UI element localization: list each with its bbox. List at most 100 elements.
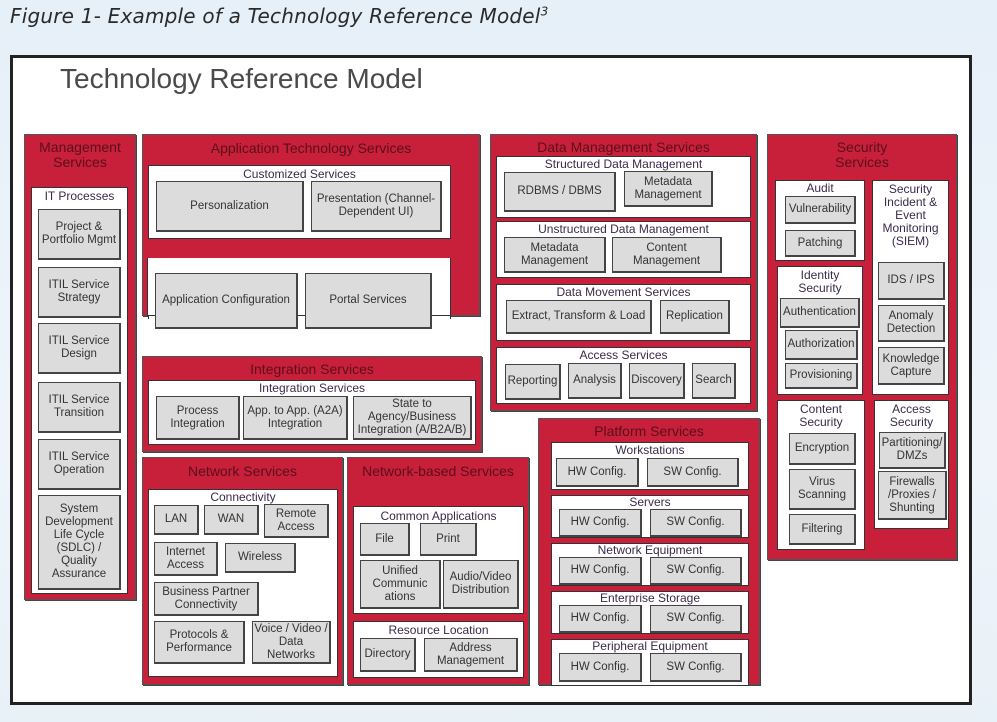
connectivity-title: Connectivity [210,490,276,504]
item-reporting[interactable]: Reporting [505,364,561,400]
identity-security-title: Identity Security [798,268,842,295]
audit-group: Audit Vulnerability Patching [775,180,865,261]
integration-services: Integration Services Integration Service… [142,356,482,452]
item-project-portfolio-mgmt[interactable]: Project & Portfolio Mgmt [38,209,121,260]
item-anomaly-detection[interactable]: Anomaly Detection [878,305,945,342]
enterprise-storage-title: Enterprise Storage [599,591,701,605]
item-process-integration[interactable]: Process Integration [156,396,240,440]
item-lan[interactable]: LAN [154,505,199,535]
audit-title: Audit [806,181,834,195]
item-authentication[interactable]: Authentication [780,298,860,328]
item-patching[interactable]: Patching [785,230,856,257]
item-peripheral-equipment-hw-config[interactable]: HW Config. [559,653,642,682]
network-based-services: Network-based Services Common Applicatio… [347,457,529,685]
item-portal-services-full[interactable]: Portal Services [305,273,432,329]
content-security-title: Content Security [799,402,843,429]
item-a2a-integration[interactable]: App. to App. (A2A) Integration [243,396,348,440]
data-management-services: Data Management Services Structured Data… [490,134,757,411]
item-workstations-sw-config[interactable]: SW Config. [647,458,739,487]
item-itil-service-strategy[interactable]: ITIL Service Strategy [38,267,121,318]
item-vulnerability[interactable]: Vulnerability [785,196,856,224]
item-internet-access[interactable]: Internet Access [154,542,218,576]
access-services-title: Access Services [579,348,668,362]
item-servers-hw-config[interactable]: HW Config. [559,509,642,537]
access-security-title: Access Security [889,402,934,429]
resource-location-group: Resource Location Directory Address Mana… [353,621,524,678]
item-servers-sw-config[interactable]: SW Config. [650,509,742,537]
network-services: Network Services Connectivity LAN WAN Re… [142,457,343,685]
network-equipment-group: Network Equipment HW Config. SW Config. [551,543,749,586]
data-movement-title: Data Movement Services [556,285,691,299]
item-state-agency-business-integration[interactable]: State to Agency/Business Integration (A/… [353,396,472,440]
item-workstations-hw-config[interactable]: HW Config. [556,458,639,487]
item-provisioning[interactable]: Provisioning [785,363,858,389]
item-personalization[interactable]: Personalization [156,181,304,232]
item-enterprise-storage-sw-config[interactable]: SW Config. [650,605,742,633]
item-remote-access[interactable]: Remote Access [264,504,329,538]
customized-services-title: Customized Services [243,167,356,181]
item-wan[interactable]: WAN [204,505,259,535]
item-discovery[interactable]: Discovery [629,363,685,399]
item-analysis[interactable]: Analysis [568,363,622,399]
servers-title: Servers [629,495,671,509]
item-file[interactable]: File [360,523,410,556]
item-replication[interactable]: Replication [660,300,730,334]
item-voice-video-data-networks[interactable]: Voice / Video / Data Networks [252,621,331,664]
item-itil-service-transition[interactable]: ITIL Service Transition [38,382,121,433]
customized-services-group: Customized Services Personalization Pres… [148,165,451,239]
item-etl[interactable]: Extract, Transform & Load [506,300,652,334]
network-services-title: Network Services [188,463,297,479]
workstations-group: Workstations HW Config. SW Config. [551,442,749,490]
item-wireless[interactable]: Wireless [225,543,296,573]
item-unified-communications[interactable]: Unified Communic ations [360,560,441,609]
management-services-title: Management Services [39,139,121,170]
item-encryption[interactable]: Encryption [789,433,856,465]
item-audio-video-distribution[interactable]: Audio/Video Distribution [443,560,519,609]
peripheral-equipment-title: Peripheral Equipment [592,639,708,653]
common-applications-group: Common Applications File Print Unified C… [353,506,524,614]
data-management-title: Data Management Services [537,139,710,155]
item-network-equipment-hw-config[interactable]: HW Config. [559,557,642,585]
item-content-management[interactable]: Content Management [612,237,722,273]
item-metadata-management-structured[interactable]: Metadata Management [624,171,713,207]
item-rdbms-dbms[interactable]: RDBMS / DBMS [504,172,616,212]
item-enterprise-storage-hw-config[interactable]: HW Config. [559,605,642,633]
item-address-management[interactable]: Address Management [424,638,518,672]
siem-title: Security Incident & Event Monitoring (SI… [882,182,939,248]
security-services: Security Services Audit Vulnerability Pa… [767,134,957,560]
item-firewalls-proxies-shunting[interactable]: Firewalls /Proxies / Shunting [878,471,947,520]
item-search[interactable]: Search [692,363,736,399]
integration-services-title: Integration Services [250,361,374,377]
access-security-group: Access Security Partitioning/ DMZs Firew… [874,400,949,529]
connectivity-group: Connectivity LAN WAN Remote Access Inter… [148,489,338,677]
item-itil-service-operation[interactable]: ITIL Service Operation [38,439,121,490]
caption-text: Figure 1- Example of a Technology Refere… [10,4,541,28]
item-filtering[interactable]: Filtering [789,514,856,545]
item-partitioning-dmzs[interactable]: Partitioning/ DMZs [879,432,946,469]
network-equipment-title: Network Equipment [597,543,703,557]
resource-location-title: Resource Location [388,623,489,637]
item-virus-scanning[interactable]: Virus Scanning [789,469,856,510]
item-print[interactable]: Print [420,523,477,556]
item-authorization[interactable]: Authorization [785,330,858,360]
servers-group: Servers HW Config. SW Config. [551,495,749,538]
item-presentation[interactable]: Presentation (Channel-Dependent UI) [311,181,442,232]
item-business-partner-connectivity[interactable]: Business Partner Connectivity [154,582,259,616]
item-application-configuration-full[interactable]: Application Configuration [155,273,298,329]
content-security-group: Content Security Encryption Virus Scanni… [777,400,865,550]
platform-services-title: Platform Services [594,423,704,439]
figure-caption: Figure 1- Example of a Technology Refere… [10,4,548,28]
unstructured-data-title: Unstructured Data Management [538,222,709,236]
platform-services: Platform Services Workstations HW Config… [538,418,760,686]
item-protocols-performance[interactable]: Protocols & Performance [154,621,245,664]
item-itil-service-design[interactable]: ITIL Service Design [38,323,121,374]
item-ids-ips[interactable]: IDS / IPS [878,262,945,300]
item-network-equipment-sw-config[interactable]: SW Config. [650,557,742,585]
item-directory[interactable]: Directory [360,638,416,672]
siem-group: Security Incident & Event Monitoring (SI… [872,180,949,395]
item-knowledge-capture[interactable]: Knowledge Capture [878,347,945,385]
item-metadata-management-unstructured[interactable]: Metadata Management [504,237,606,273]
item-sdlc-qa[interactable]: System Development Life Cycle (SDLC) / Q… [38,495,121,590]
item-peripheral-equipment-sw-config[interactable]: SW Config. [650,653,742,682]
data-movement-group: Data Movement Services Extract, Transfor… [496,284,751,341]
